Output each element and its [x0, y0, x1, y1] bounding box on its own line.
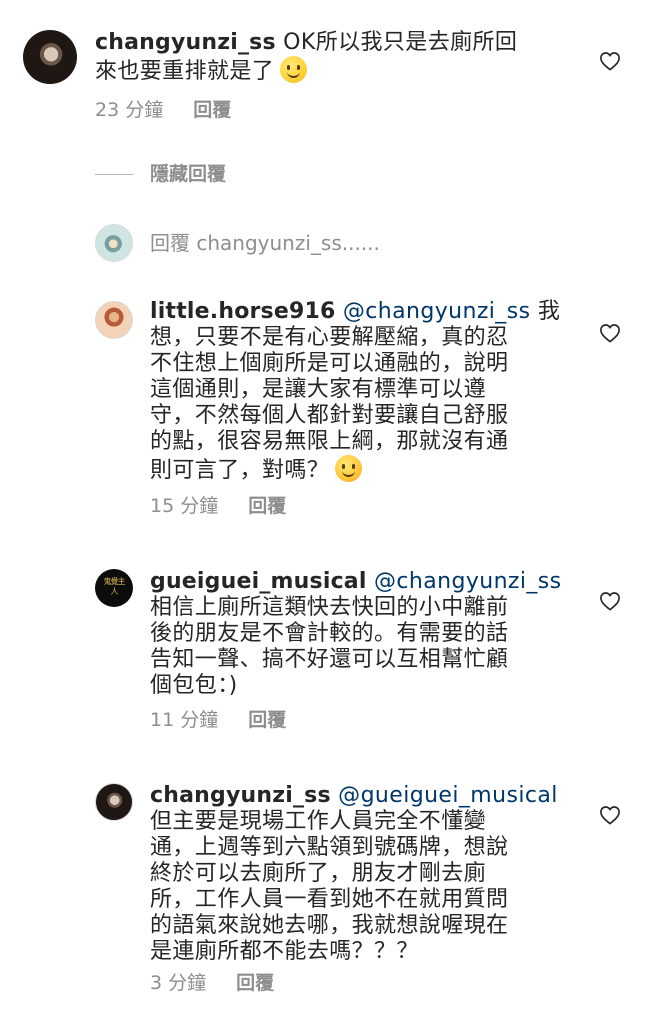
comment-3-mention[interactable]: @changyunzi_ss	[374, 569, 562, 594]
current-user-avatar	[95, 224, 133, 262]
comment-2-mention[interactable]: @changyunzi_ss	[343, 299, 531, 324]
heart-outline-icon[interactable]	[599, 51, 621, 71]
comment-4-line-4: 所，工作人員一看到她不在就用質問	[150, 887, 509, 912]
comment-1-username[interactable]: changyunzi_ss	[95, 30, 276, 55]
comment-3-line-1: 相信上廁所這類快去快回的小中離前	[150, 595, 509, 620]
comment-1-time: 23 分鐘	[95, 99, 164, 121]
comment-4-line-1: 但主要是現場工作人員完全不懂變	[150, 809, 487, 834]
comment-3-text: gueiguei_musical @changyunzi_ss 相信上廁所這類快…	[150, 569, 590, 699]
comment-4-line-3: 終於可以去廁所了，朋友才剛去廁	[150, 861, 487, 886]
comment-1-reply-button[interactable]: 回覆	[193, 99, 231, 121]
comment-2-time: 15 分鐘	[150, 495, 219, 517]
comment-3-line-4: 個包包：)	[150, 673, 238, 698]
comment-4-username[interactable]: changyunzi_ss	[150, 783, 331, 808]
comment-4-reply-button[interactable]: 回覆	[236, 972, 274, 994]
comment-3-line-2: 後的朋友是不會計較的。有需要的話	[150, 621, 509, 646]
comment-4-line-2: 通，上週等到六點領到號碼牌，想說	[150, 835, 509, 860]
comment-2-line-5: 的點，很容易無限上綱，那就沒有通	[150, 429, 509, 454]
comment-2-reply-button[interactable]: 回覆	[248, 495, 286, 517]
comment-2-line-1: 想，只要不是有心要解壓縮，真的忍	[150, 325, 509, 350]
comment-3-username[interactable]: gueiguei_musical	[150, 569, 367, 594]
comment-2-username[interactable]: little.horse916	[150, 299, 336, 324]
slightly-smiling-face-emoji	[280, 56, 308, 83]
comment-1-body-first: OK所以我只是去廁所回	[275, 30, 518, 55]
avatar-changyunzi[interactable]	[95, 783, 133, 821]
comment-2-meta: 15 分鐘 回覆	[150, 494, 286, 518]
comment-4-time: 3 分鐘	[150, 972, 207, 994]
hidden-replies-divider	[95, 174, 133, 175]
heart-outline-icon[interactable]	[599, 591, 621, 611]
comment-1-text: changyunzi_ss OK所以我只是去廁所回 來也要重排就是了	[95, 30, 615, 85]
reply-input[interactable]: 回覆 changyunzi_ss......	[150, 230, 380, 256]
hide-replies-button[interactable]: 隱藏回覆	[150, 162, 226, 186]
comment-4-line-5: 的語氣來說她去哪，我就想說喔現在	[150, 913, 509, 938]
comment-2-line-3: 這個通則，是讓大家有標準可以遵	[150, 377, 487, 402]
heart-outline-icon[interactable]	[599, 323, 621, 343]
comment-4-mention[interactable]: @gueiguei_musical	[338, 783, 558, 808]
comment-2-line-2: 不住想上個廁所是可以通融的，說明	[150, 351, 509, 376]
comment-1-body-rest: 來也要重排就是了	[95, 59, 275, 84]
comment-2-line-4: 守，不然每個人都針對要讓自己舒服	[150, 403, 509, 428]
comment-3-meta: 11 分鐘 回覆	[150, 708, 286, 732]
comment-4-meta: 3 分鐘 回覆	[150, 971, 274, 995]
comment-3-reply-button[interactable]: 回覆	[248, 709, 286, 731]
avatar-gueiguei-musical[interactable]: 鬼覺主人	[95, 569, 133, 607]
smiling-face-with-smiling-eyes-emoji	[335, 455, 363, 482]
comment-4-line-6: 是連廁所都不能去嗎？？？	[150, 939, 419, 964]
comment-2-body-first: 我	[530, 299, 561, 324]
comment-4-text: changyunzi_ss @gueiguei_musical 但主要是現場工作…	[150, 783, 590, 965]
avatar-changyunzi[interactable]	[23, 30, 77, 84]
avatar-little-horse[interactable]	[95, 301, 133, 339]
comment-1-meta: 23 分鐘 回覆	[95, 98, 231, 122]
avatar-gueiguei-logo-text: 鬼覺主人	[103, 577, 126, 596]
heart-outline-icon[interactable]	[599, 805, 621, 825]
comment-3-time: 11 分鐘	[150, 709, 219, 731]
comment-3-line-3: 告知一聲、搞不好還可以互相幫忙顧	[150, 647, 509, 672]
comment-2-line-6: 則可言了，對嗎？	[150, 458, 330, 483]
comment-2-text: little.horse916 @changyunzi_ss 我 想，只要不是有…	[150, 299, 590, 484]
